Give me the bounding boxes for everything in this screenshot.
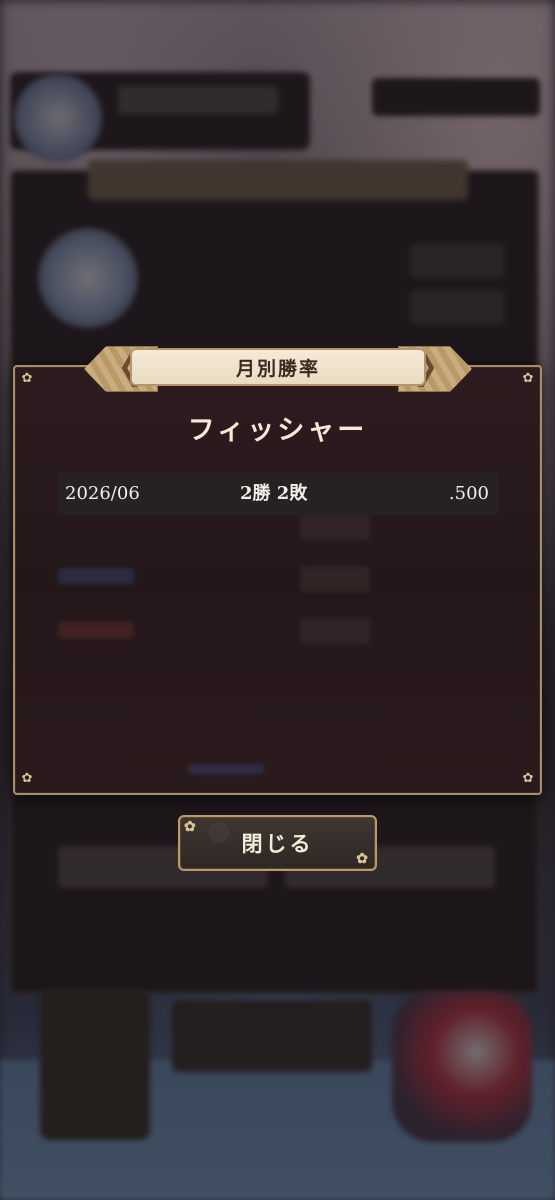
dialog-title: 月別勝率 bbox=[130, 348, 426, 386]
close-button-label: 閉じる bbox=[241, 831, 314, 856]
close-button[interactable]: ✿ 閉じる ✿ bbox=[178, 815, 377, 871]
background-ghost-row bbox=[300, 514, 370, 540]
background-ghost-row bbox=[58, 622, 134, 638]
background-ghost-row bbox=[58, 568, 134, 584]
row-win-rate: .500 bbox=[448, 483, 489, 504]
sakura-flower-icon: ✿ bbox=[356, 851, 371, 867]
sakura-flower-icon: ✿ bbox=[522, 371, 534, 386]
player-name: フィッシャー bbox=[187, 415, 368, 446]
background-ghost-row bbox=[300, 566, 370, 592]
row-month: 2026/06 bbox=[65, 483, 140, 504]
dialog-title-ribbon: 月別勝率 bbox=[84, 346, 472, 392]
background-ghost-row bbox=[188, 764, 264, 774]
table-row: 2026/06 2勝 2敗 .500 bbox=[57, 473, 499, 515]
background-ghost-row bbox=[300, 618, 370, 644]
sakura-flower-icon: ✿ bbox=[21, 371, 33, 386]
row-record: 2勝 2敗 bbox=[240, 483, 308, 504]
sakura-flower-icon: ✿ bbox=[522, 771, 534, 786]
sakura-flower-icon: ✿ bbox=[184, 819, 199, 835]
sakura-flower-icon: ✿ bbox=[21, 771, 33, 786]
